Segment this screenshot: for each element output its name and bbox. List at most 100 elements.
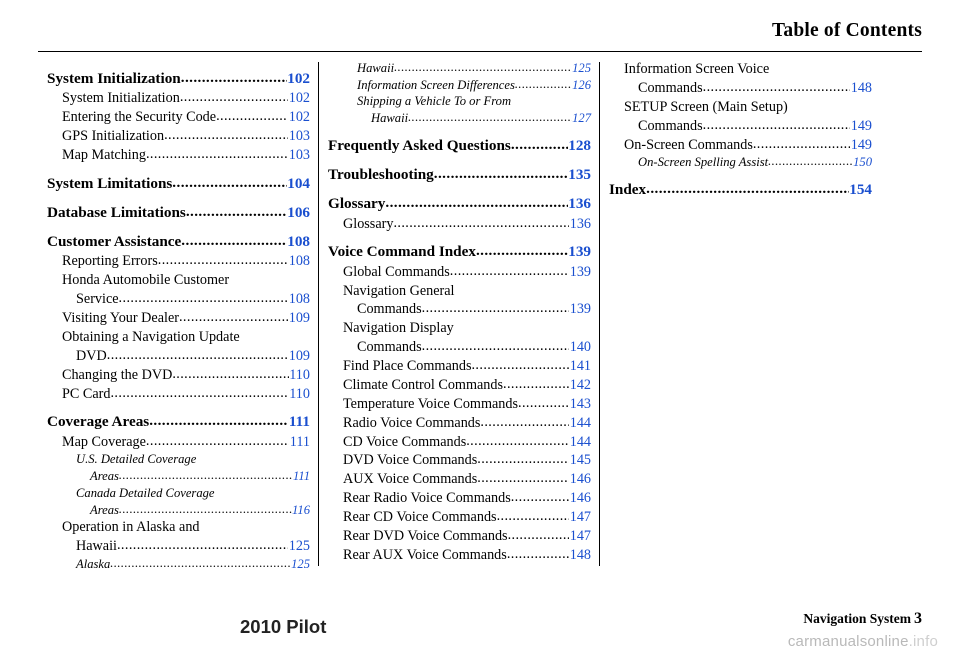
toc-entry-label: Honda Automobile Customer: [62, 272, 230, 289]
toc-entry[interactable]: Shipping a Vehicle To or From...........…: [328, 93, 591, 110]
toc-entry[interactable]: Coverage Areas..........................…: [47, 412, 310, 432]
toc-entry-label: Information Screen Differences: [357, 77, 515, 92]
toc-columns: System Initialization...................…: [38, 60, 922, 600]
toc-dot-leader: ........................................…: [118, 468, 293, 483]
toc-entry[interactable]: Hawaii..................................…: [47, 537, 310, 556]
toc-entry[interactable]: Hawaii..................................…: [328, 110, 591, 127]
toc-entry[interactable]: Entering the Security Code..............…: [47, 108, 310, 127]
toc-dot-leader: ........................................…: [118, 290, 289, 307]
toc-dot-leader: ........................................…: [179, 89, 288, 106]
toc-entry-label: Commands: [357, 339, 422, 356]
toc-entry[interactable]: On-Screen Commands......................…: [609, 136, 872, 155]
toc-entry[interactable]: Areas...................................…: [47, 468, 310, 485]
toc-entry-label: Navigation Display: [343, 320, 454, 337]
toc-entry[interactable]: Alaska..................................…: [47, 556, 310, 573]
toc-dot-leader: ........................................…: [116, 537, 288, 554]
toc-dot-leader: ........................................…: [471, 357, 569, 374]
toc-entry[interactable]: Rear Radio Voice Commands...............…: [328, 489, 591, 508]
toc-entry[interactable]: Index...................................…: [609, 180, 872, 200]
toc-entry[interactable]: Canada Detailed Coverage................…: [47, 485, 310, 502]
toc-entry[interactable]: Operation in Alaska and.................…: [47, 518, 310, 537]
toc-entry[interactable]: GPS Initialization......................…: [47, 127, 310, 146]
toc-entry[interactable]: Areas...................................…: [47, 502, 310, 519]
toc-entry[interactable]: PC Card.................................…: [47, 385, 310, 404]
toc-entry[interactable]: Commands................................…: [609, 117, 872, 136]
toc-entry-page: 109: [288, 347, 310, 364]
toc-entry-page: 154: [849, 181, 872, 199]
toc-entry[interactable]: SETUP Screen (Main Setup)...............…: [609, 98, 872, 117]
toc-entry[interactable]: Glossary................................…: [328, 194, 591, 214]
toc-entry-page: 144: [569, 414, 591, 431]
toc-entry[interactable]: Map Matching............................…: [47, 146, 310, 165]
toc-entry[interactable]: System Limitations......................…: [47, 174, 310, 194]
toc-entry[interactable]: Commands................................…: [328, 338, 591, 357]
toc-entry[interactable]: Navigation General......................…: [328, 282, 591, 301]
toc-entry[interactable]: Hawaii..................................…: [328, 60, 591, 77]
toc-dot-leader: ........................................…: [172, 365, 289, 382]
toc-entry[interactable]: Climate Control Commands................…: [328, 376, 591, 395]
toc-entry-label: Map Coverage: [62, 433, 146, 450]
toc-entry-label: Climate Control Commands: [343, 376, 503, 393]
toc-entry[interactable]: CD Voice Commands.......................…: [328, 433, 591, 452]
toc-entry[interactable]: Glossary................................…: [328, 215, 591, 234]
toc-entry[interactable]: Information Screen Differences..........…: [328, 77, 591, 94]
toc-entry[interactable]: Frequently Asked Questions..............…: [328, 136, 591, 156]
toc-entry[interactable]: Obtaining a Navigation Update...........…: [47, 328, 310, 347]
toc-entry[interactable]: Map Coverage............................…: [47, 433, 310, 452]
toc-entry-label: U.S. Detailed Coverage: [76, 452, 197, 467]
toc-entry[interactable]: Changing the DVD........................…: [47, 366, 310, 385]
toc-entry-page: 109: [288, 310, 310, 326]
toc-entry[interactable]: Navigation Display......................…: [328, 319, 591, 338]
toc-entry[interactable]: Visiting Your Dealer....................…: [47, 309, 310, 328]
toc-entry[interactable]: Rear DVD Voice Commands.................…: [328, 527, 591, 546]
toc-entry[interactable]: Service.................................…: [47, 290, 310, 309]
toc-entry-label: PC Card: [62, 385, 111, 402]
toc-dot-leader: ........................................…: [507, 526, 570, 543]
toc-entry[interactable]: Honda Automobile Customer...............…: [47, 271, 310, 290]
toc-entry[interactable]: Troubleshooting.........................…: [328, 165, 591, 185]
toc-entry[interactable]: Global Commands.........................…: [328, 263, 591, 282]
toc-entry[interactable]: Rear CD Voice Commands..................…: [328, 508, 591, 527]
footer-page-number: 3: [914, 610, 922, 627]
toc-dot-leader: ........................................…: [503, 375, 569, 392]
toc-entry[interactable]: Rear AUX Voice Commands.................…: [328, 546, 591, 565]
toc-entry[interactable]: Temperature Voice Commands..............…: [328, 395, 591, 414]
toc-entry[interactable]: Information Screen Voice................…: [609, 60, 872, 79]
toc-entry[interactable]: U.S. Detailed Coverage..................…: [47, 451, 310, 468]
toc-entry[interactable]: System Initialization...................…: [47, 69, 310, 89]
toc-dot-leader: ........................................…: [702, 78, 851, 95]
toc-entry[interactable]: AUX Voice Commands......................…: [328, 470, 591, 489]
toc-entry[interactable]: Find Place Commands.....................…: [328, 357, 591, 376]
toc-entry-label: Areas: [90, 502, 119, 517]
toc-entry-label: Areas: [90, 469, 119, 484]
toc-entry[interactable]: Customer Assistance.....................…: [47, 232, 310, 252]
toc-entry[interactable]: System Initialization...................…: [47, 89, 310, 108]
toc-entry[interactable]: Database Limitations....................…: [47, 203, 310, 223]
toc-column-2: Hawaii..................................…: [319, 60, 600, 600]
toc-entry-label: Coverage Areas: [47, 413, 150, 431]
toc-entry-page: 110: [289, 366, 310, 383]
toc-entry-page: 126: [572, 77, 591, 92]
toc-dot-leader: ........................................…: [408, 110, 572, 125]
toc-dot-leader: ........................................…: [145, 145, 289, 162]
toc-entry[interactable]: On-Screen Spelling Assist...............…: [609, 154, 872, 171]
toc-entry[interactable]: Reporting Errors........................…: [47, 252, 310, 271]
toc-entry-label: Voice Command Index: [328, 243, 476, 261]
toc-entry-page: 125: [572, 61, 591, 75]
toc-dot-leader: ........................................…: [496, 508, 570, 525]
toc-column-1: System Initialization...................…: [38, 60, 319, 600]
toc-entry[interactable]: Commands................................…: [609, 79, 872, 98]
toc-entry[interactable]: Commands................................…: [328, 300, 591, 319]
toc-dot-leader: ........................................…: [178, 309, 288, 325]
toc-entry-label: Frequently Asked Questions: [328, 136, 511, 154]
toc-dot-leader: ........................................…: [646, 180, 849, 198]
toc-dot-leader: ........................................…: [145, 432, 289, 449]
toc-entry-page: 106: [287, 203, 310, 221]
toc-entry-page: 141: [569, 358, 591, 375]
toc-entry-page: 136: [569, 215, 591, 232]
toc-entry[interactable]: Radio Voice Commands....................…: [328, 414, 591, 433]
toc-dot-leader: ........................................…: [181, 232, 287, 250]
toc-entry[interactable]: DVD.....................................…: [47, 347, 310, 366]
toc-entry[interactable]: DVD Voice Commands......................…: [328, 451, 591, 470]
toc-entry[interactable]: Voice Command Index.....................…: [328, 242, 591, 262]
